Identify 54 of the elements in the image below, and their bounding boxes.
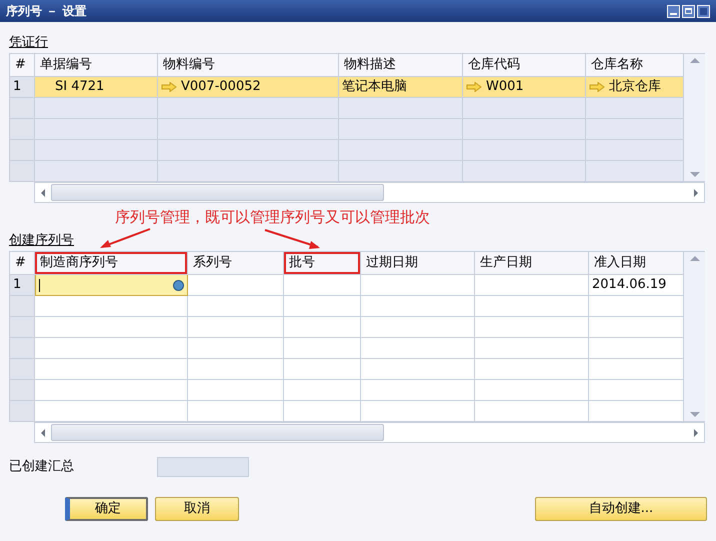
annotation-arrow — [100, 228, 150, 248]
row-header-cell[interactable] — [10, 161, 35, 182]
text-cursor — [39, 278, 40, 292]
scroll-right-icon[interactable] — [694, 428, 698, 436]
row-header-cell[interactable]: 1 — [10, 77, 35, 98]
horizontal-scrollbar[interactable] — [34, 182, 705, 203]
globe-icon[interactable] — [173, 280, 184, 290]
cell-text: 北京仓库 — [609, 78, 661, 96]
horizontal-scrollbar[interactable] — [34, 422, 705, 443]
maximize-button[interactable] — [682, 4, 695, 18]
annotation-arrow — [264, 229, 320, 249]
row-header-cell[interactable] — [10, 140, 35, 161]
link-arrow-icon[interactable] — [589, 82, 605, 92]
row-header-cell[interactable] — [10, 317, 35, 338]
scroll-up-icon[interactable] — [690, 256, 700, 261]
minimize-button[interactable] — [667, 4, 680, 18]
scroll-left-icon[interactable] — [41, 428, 45, 436]
total-field[interactable] — [157, 457, 249, 477]
table-cell: 2014.06.19 — [589, 275, 684, 296]
dialog-button[interactable]: 自动创建... — [535, 497, 707, 521]
vertical-scrollbar[interactable] — [684, 252, 705, 422]
table-cell-input[interactable] — [35, 275, 188, 296]
vertical-scrollbar[interactable] — [684, 54, 705, 182]
row-header-cell[interactable]: 1 — [10, 275, 35, 296]
dialog-button[interactable]: 确定 — [65, 497, 148, 521]
column-header[interactable]: 批号 — [284, 252, 361, 275]
scrollbar-thumb[interactable] — [51, 424, 384, 441]
row-header-cell[interactable] — [10, 296, 35, 317]
field-label: 已创建汇总 — [9, 459, 74, 474]
scroll-left-icon[interactable] — [41, 188, 45, 196]
table-cell: SI 4721 — [35, 77, 158, 98]
link-arrow-icon[interactable] — [466, 82, 482, 92]
row-header-cell[interactable] — [10, 401, 35, 422]
cell-text: V007-00052 — [181, 78, 261, 96]
row-header-cell[interactable] — [10, 338, 35, 359]
scroll-down-icon[interactable] — [690, 172, 700, 177]
column-header[interactable]: 制造商序列号 — [35, 252, 188, 275]
scroll-up-icon[interactable] — [690, 58, 700, 63]
table-cell: 笔记本电脑 — [339, 77, 463, 98]
row-header-cell[interactable] — [10, 380, 35, 401]
link-arrow-icon[interactable] — [161, 82, 177, 92]
scroll-right-icon[interactable] — [694, 188, 698, 196]
cell-text: W001 — [486, 78, 524, 96]
window-title: 序列号 － 设置 — [6, 3, 86, 20]
row-header-cell[interactable] — [10, 98, 35, 119]
section-label: 凭证行 — [9, 34, 48, 52]
section-label: 创建序列号 — [9, 232, 74, 250]
annotation-text: 序列号管理，既可以管理序列号又可以管理批次 — [115, 207, 430, 228]
scroll-down-icon[interactable] — [690, 412, 700, 417]
close-button[interactable] — [697, 4, 710, 18]
row-header-cell[interactable] — [10, 119, 35, 140]
row-header-cell[interactable] — [10, 359, 35, 380]
dialog-button[interactable]: 取消 — [155, 497, 239, 521]
scrollbar-thumb[interactable] — [51, 184, 384, 201]
